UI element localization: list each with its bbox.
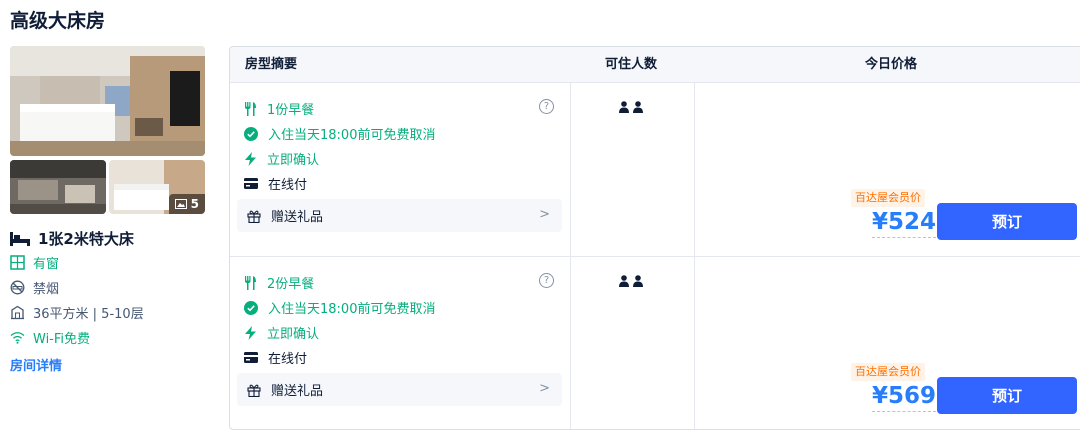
gift-icon xyxy=(247,384,261,397)
cancel-policy: 入住当天18:00前可免费取消 xyxy=(244,298,435,317)
header-occupancy: 可住人数 xyxy=(605,57,658,72)
instant-confirm: 立即确认 xyxy=(244,149,319,168)
feature-label: Wi-Fi免费 xyxy=(33,332,91,347)
instant-confirm: 立即确认 xyxy=(244,323,319,342)
card-icon xyxy=(244,352,258,363)
bed-info: 1张2米特大床 xyxy=(10,228,134,249)
column-divider xyxy=(570,83,571,256)
member-price-tag: 百达屋会员价 xyxy=(851,189,925,207)
photo-count: 5 xyxy=(190,197,199,211)
room-photo-main[interactable] xyxy=(10,46,205,156)
window-icon xyxy=(10,255,25,270)
photo-count-badge: 5 xyxy=(168,194,205,214)
confirm-label: 立即确认 xyxy=(267,327,320,342)
breakfast-info: 1份早餐 xyxy=(244,99,314,118)
breakfast-info: 2份早餐 xyxy=(244,273,314,292)
feature-no-smoking: 禁烟 xyxy=(10,278,59,297)
bed-label: 1张2米特大床 xyxy=(38,230,134,248)
confirm-label: 立即确认 xyxy=(267,153,320,168)
lightning-icon xyxy=(245,325,256,340)
column-divider xyxy=(694,83,695,256)
help-icon[interactable]: ? xyxy=(539,99,554,114)
occupancy-icons xyxy=(619,101,643,113)
bedroom-photo xyxy=(10,46,205,156)
payment-type: 在线付 xyxy=(244,174,307,193)
price[interactable]: ¥524 xyxy=(872,207,937,238)
person-icon xyxy=(633,101,643,113)
gift-icon xyxy=(247,210,261,223)
cancel-label: 入住当天18:00前可免费取消 xyxy=(268,302,436,317)
feature-area: 36平方米 | 5-10层 xyxy=(10,303,144,322)
card-icon xyxy=(244,178,258,189)
room-details-link[interactable]: 房间详情 xyxy=(10,355,62,374)
cancel-label: 入住当天18:00前可免费取消 xyxy=(268,128,436,143)
person-icon xyxy=(619,101,629,113)
feature-label: 有窗 xyxy=(33,257,60,272)
room-title: 高级大床房 xyxy=(10,10,106,32)
book-button[interactable]: 预订 xyxy=(937,203,1077,240)
fork-knife-icon xyxy=(245,275,256,290)
feature-window: 有窗 xyxy=(10,253,59,272)
image-icon xyxy=(174,199,187,209)
feature-label: 禁烟 xyxy=(33,282,60,297)
column-divider xyxy=(570,257,571,429)
cancel-policy: 入住当天18:00前可免费取消 xyxy=(244,124,435,143)
person-icon xyxy=(619,275,629,287)
check-circle-icon xyxy=(244,126,258,141)
lounge-photo xyxy=(10,160,106,214)
column-divider xyxy=(694,257,695,429)
price[interactable]: ¥569 xyxy=(872,381,937,412)
no-smoking-icon xyxy=(10,280,25,295)
chevron-right-icon: > xyxy=(539,381,550,396)
bed-icon xyxy=(10,231,30,246)
rate-row: 2份早餐 ? 入住当天18:00前可免费取消 立即确认 在线付 赠送礼品 > 百… xyxy=(230,256,1080,429)
payment-type: 在线付 xyxy=(244,348,307,367)
occupancy-icons xyxy=(619,275,643,287)
header-price: 今日价格 xyxy=(865,57,918,72)
member-price-tag: 百达屋会员价 xyxy=(851,363,925,381)
table-header: 房型摘要 可住人数 今日价格 xyxy=(230,47,1080,83)
chevron-right-icon: > xyxy=(539,207,550,222)
rate-row: 1份早餐 ? 入住当天18:00前可免费取消 立即确认 在线付 赠送礼品 > 百… xyxy=(230,83,1080,256)
gift-bar[interactable]: 赠送礼品 > xyxy=(237,199,562,232)
gift-bar[interactable]: 赠送礼品 > xyxy=(237,373,562,406)
check-circle-icon xyxy=(244,300,258,315)
breakfast-label: 2份早餐 xyxy=(267,277,315,292)
gift-label: 赠送礼品 xyxy=(271,210,324,225)
room-photo-thumb-1[interactable] xyxy=(10,160,106,214)
wifi-icon xyxy=(10,332,25,344)
feature-wifi: Wi-Fi免费 xyxy=(10,328,90,347)
feature-label: 36平方米 | 5-10层 xyxy=(33,307,144,322)
room-photo-thumb-2[interactable]: 5 xyxy=(109,160,205,214)
person-icon xyxy=(633,275,643,287)
fork-knife-icon xyxy=(245,101,256,116)
help-icon[interactable]: ? xyxy=(539,273,554,288)
breakfast-label: 1份早餐 xyxy=(267,103,315,118)
area-icon xyxy=(11,305,24,320)
lightning-icon xyxy=(245,151,256,166)
payment-label: 在线付 xyxy=(268,352,308,367)
header-summary: 房型摘要 xyxy=(245,57,298,72)
payment-label: 在线付 xyxy=(268,178,308,193)
book-button[interactable]: 预订 xyxy=(937,377,1077,414)
gift-label: 赠送礼品 xyxy=(271,384,324,399)
rate-table: 房型摘要 可住人数 今日价格 1份早餐 ? 入住当天18:00前可免费取消 立即… xyxy=(229,46,1080,430)
